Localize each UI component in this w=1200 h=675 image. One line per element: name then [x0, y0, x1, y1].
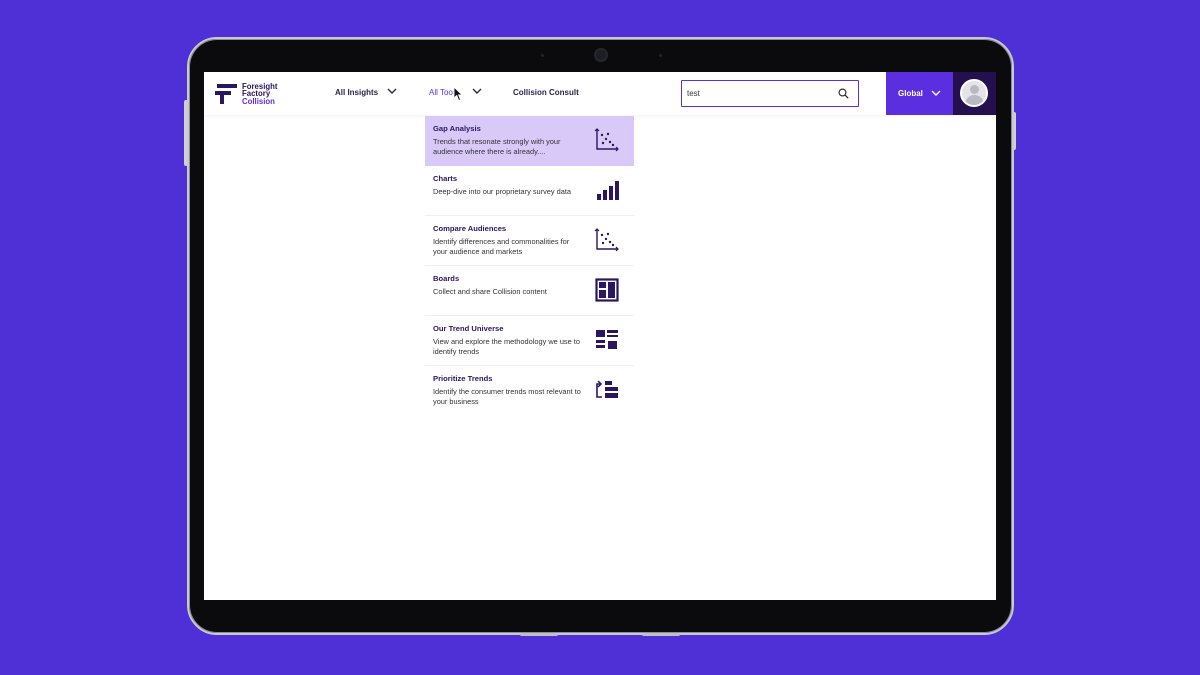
search-input[interactable]: test	[687, 89, 700, 98]
nav-collision-consult[interactable]: Collision Consult	[513, 88, 579, 97]
menu-item-description: View and explore the methodology we use …	[433, 337, 580, 357]
menu-item-prioritize-trends[interactable]: Prioritize Trends Identify the consumer …	[425, 366, 634, 416]
board-layout-icon	[595, 278, 619, 302]
menu-item-charts[interactable]: Charts Deep-dive into our proprietary su…	[425, 166, 634, 216]
tablet-bottom-tab	[642, 633, 680, 636]
search-icon[interactable]	[838, 88, 849, 99]
menu-item-title: Compare Audiences	[433, 224, 507, 233]
bar-chart-icon	[597, 181, 619, 200]
menu-item-description: Deep-dive into our proprietary survey da…	[433, 187, 572, 196]
menu-item-our-trend-universe[interactable]: Our Trend Universe View and explore the …	[425, 316, 634, 366]
menu-item-title: Charts	[433, 174, 458, 183]
logo-mark-icon	[215, 83, 237, 105]
region-selector[interactable]: Global	[886, 72, 953, 115]
search-box[interactable]: test	[681, 80, 859, 107]
menu-item-boards[interactable]: Boards Collect and share Collision conte…	[425, 266, 634, 316]
menu-item-gap-analysis[interactable]: Gap Analysis Trends that resonate strong…	[425, 116, 634, 166]
menu-item-description: Trends that resonate strongly with your …	[433, 137, 561, 157]
user-menu[interactable]	[953, 72, 996, 115]
logo-text: Foresight Factory Collision	[242, 82, 278, 106]
sensor-dot	[541, 54, 544, 57]
sensor-dot	[659, 54, 662, 57]
scatter-plot-icon	[594, 228, 619, 252]
menu-item-title: Gap Analysis	[433, 124, 481, 133]
scatter-plot-icon	[594, 128, 619, 152]
menu-item-title: Boards	[433, 274, 460, 283]
menu-item-compare-audiences[interactable]: Compare Audiences Identify differences a…	[425, 216, 634, 266]
camera-icon	[596, 50, 606, 60]
tablet-bottom-tab	[520, 633, 558, 636]
region-label: Global	[898, 89, 923, 98]
menu-item-title: Prioritize Trends	[433, 374, 493, 383]
chevron-down-icon[interactable]	[387, 87, 397, 95]
app-screen: Foresight Factory Collision All Insights…	[204, 72, 996, 600]
logo-line-3: Collision	[242, 96, 275, 106]
avatar-icon[interactable]	[960, 79, 988, 107]
prioritize-icon	[596, 380, 618, 398]
list-grid-icon	[596, 330, 618, 349]
menu-item-title: Our Trend Universe	[433, 324, 504, 333]
chevron-down-icon[interactable]	[472, 87, 482, 95]
brand-logo[interactable]: Foresight Factory Collision	[215, 82, 295, 106]
all-tools-dropdown: Gap Analysis Trends that resonate strong…	[425, 116, 634, 416]
nav-all-insights[interactable]: All Insights	[335, 88, 378, 97]
menu-item-description: Identify the consumer trends most releva…	[433, 387, 581, 407]
chevron-down-icon	[931, 90, 941, 96]
menu-item-description: Identify differences and commonalities f…	[433, 237, 570, 257]
menu-item-description: Collect and share Collision content	[433, 287, 547, 296]
mouse-cursor-icon	[453, 86, 464, 102]
top-navigation-bar: Foresight Factory Collision All Insights…	[204, 72, 996, 115]
